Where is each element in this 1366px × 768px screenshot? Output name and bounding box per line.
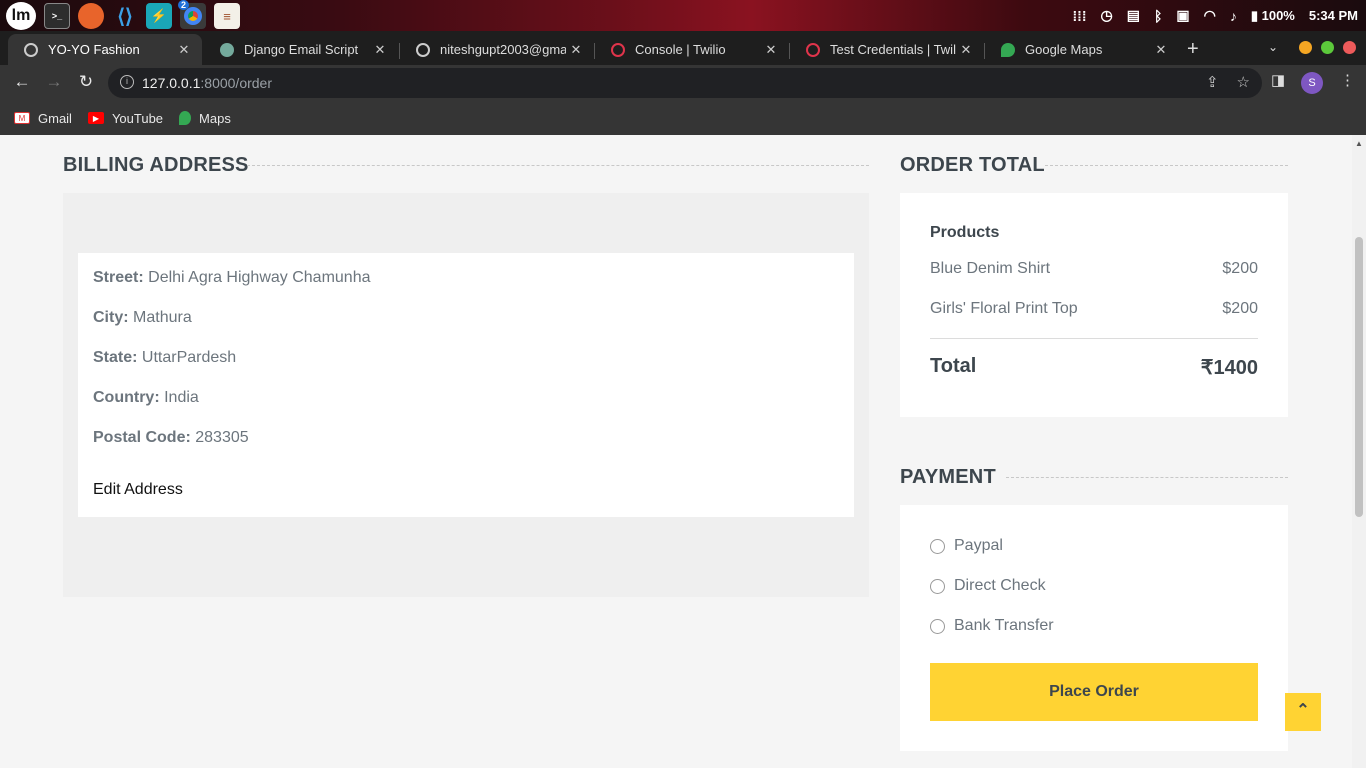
chrome-icon[interactable]: 2	[178, 0, 206, 29]
bookmark-star-icon[interactable]: ☆	[1237, 73, 1250, 91]
state-row: State: UttarPardesh	[93, 349, 237, 366]
payment-heading: PAYMENT	[900, 466, 996, 488]
chrome-badge: 2	[178, 0, 190, 10]
tab-search-chevron-icon[interactable]: ⌄	[1268, 40, 1278, 54]
street-row: Street: Delhi Agra Highway Chamunha	[93, 269, 371, 286]
products-heading: Products	[930, 224, 1000, 241]
close-icon[interactable]: ✕	[566, 42, 586, 58]
browser-toolbar: ← → ↻ i 127.0.0.1:8000/order ⇪ ☆ ◨ S ⋮	[0, 65, 1366, 101]
tab-console-twilio[interactable]: Console | Twilio ✕	[595, 34, 789, 65]
tab-gmail-address[interactable]: niteshgupt2003@gmai ✕	[400, 34, 594, 65]
close-icon[interactable]: ✕	[956, 42, 976, 58]
close-window-button[interactable]	[1343, 41, 1356, 54]
app-icon[interactable]: ⚡	[146, 3, 172, 29]
maps-icon	[1001, 42, 1015, 57]
reload-icon[interactable]: ↻	[75, 72, 97, 92]
bookmarks-bar: M Gmail ▶ YouTube Maps	[0, 101, 1366, 135]
share-icon[interactable]: ⇪	[1206, 73, 1219, 91]
maximize-button[interactable]	[1321, 41, 1334, 54]
radio-button[interactable]	[930, 538, 945, 554]
site-info-icon[interactable]: i	[120, 75, 134, 89]
edit-address-link[interactable]: Edit Address	[93, 481, 183, 499]
profile-avatar[interactable]: S	[1301, 72, 1323, 94]
radio-button[interactable]	[930, 578, 945, 594]
address-bar[interactable]: i 127.0.0.1:8000/order ⇪ ☆	[108, 68, 1262, 98]
tab-google-maps[interactable]: Google Maps ✕	[985, 34, 1179, 65]
heading-divider	[247, 165, 869, 166]
twilio-icon	[611, 42, 625, 57]
media-icon[interactable]: ▤	[1127, 7, 1140, 24]
order-page: BILLING ADDRESS Street: Delhi Agra Highw…	[0, 135, 1352, 768]
battery-indicator[interactable]: ▮ 100%	[1251, 8, 1295, 24]
clock-time[interactable]: 5:34 PM	[1309, 8, 1358, 23]
close-icon[interactable]: ✕	[370, 42, 390, 58]
country-row: Country: India	[93, 389, 199, 406]
product-row: Girls' Floral Print Top $200	[930, 300, 1258, 317]
wifi-icon[interactable]: ◠	[1204, 7, 1216, 24]
terminal-icon[interactable]: >_	[44, 3, 70, 29]
music-icon[interactable]: ♪	[1230, 8, 1237, 24]
maps-icon	[179, 111, 192, 125]
globe-icon	[24, 42, 38, 57]
tab-yoyo-fashion[interactable]: YO-YO Fashion ✕	[8, 34, 202, 65]
bookmark-maps[interactable]: Maps	[179, 111, 231, 126]
heading-divider	[1045, 165, 1288, 166]
total-divider	[930, 338, 1258, 339]
page-scrollbar[interactable]: ▲	[1352, 135, 1366, 768]
order-total-card: Products Blue Denim Shirt $200 Girls' Fl…	[900, 193, 1288, 417]
order-total-heading: ORDER TOTAL	[900, 154, 1045, 176]
bookmark-youtube[interactable]: ▶ YouTube	[87, 111, 163, 126]
os-top-panel: lm >_ ⟨⟩ ⚡ 2 ≡ ⁞⁞⁞ ◷ ▤ ᛒ ▣ ◠ ♪ ▮ 100% 5:…	[0, 0, 1366, 31]
close-icon[interactable]: ✕	[1151, 42, 1171, 58]
forward-arrow-icon[interactable]: →	[43, 72, 65, 92]
youtube-icon: ▶	[87, 112, 104, 124]
heading-divider	[1006, 477, 1288, 478]
payment-card: Paypal Direct Check Bank Transfer Place …	[900, 505, 1288, 751]
scrollbar-thumb[interactable]	[1355, 237, 1363, 517]
chatgpt-icon	[220, 42, 234, 57]
close-icon[interactable]: ✕	[761, 42, 781, 58]
gmail-icon: M	[14, 112, 30, 124]
text-editor-icon[interactable]: ≡	[214, 3, 240, 29]
clock-icon[interactable]: ◷	[1101, 7, 1113, 24]
url-text[interactable]: 127.0.0.1:8000/order	[142, 75, 272, 91]
tab-django-email-script[interactable]: Django Email Script ✕	[204, 34, 398, 65]
globe-icon	[416, 42, 430, 57]
back-arrow-icon[interactable]: ←	[11, 72, 33, 92]
firefox-icon[interactable]	[78, 3, 104, 29]
browser-tab-bar: YO-YO Fashion ✕ Django Email Script ✕ ni…	[0, 31, 1366, 65]
billing-address-heading: BILLING ADDRESS	[63, 154, 249, 176]
payment-option-direct-check[interactable]: Direct Check	[930, 577, 1046, 595]
postal-code-row: Postal Code: 283305	[93, 429, 249, 446]
place-order-button[interactable]: Place Order	[930, 663, 1258, 721]
double-chevron-up-icon: ⌃	[1296, 702, 1310, 719]
side-panel-icon[interactable]: ◨	[1271, 71, 1285, 89]
payment-option-paypal[interactable]: Paypal	[930, 537, 1003, 555]
bluetooth-icon[interactable]: ᛒ	[1154, 8, 1162, 24]
scroll-up-arrow-icon[interactable]: ▲	[1355, 139, 1363, 148]
battery-icon: ▮	[1250, 7, 1258, 23]
back-to-top-button[interactable]: ⌃	[1285, 693, 1321, 731]
new-tab-button[interactable]: +	[1187, 38, 1199, 61]
clipboard-icon[interactable]: ▣	[1176, 7, 1189, 24]
minimize-button[interactable]	[1299, 41, 1312, 54]
mint-menu-icon[interactable]: lm	[6, 2, 36, 30]
twilio-icon	[806, 42, 820, 57]
tab-test-credentials[interactable]: Test Credentials | Twili ✕	[790, 34, 984, 65]
city-row: City: Mathura	[93, 309, 192, 326]
payment-option-bank-transfer[interactable]: Bank Transfer	[930, 617, 1054, 635]
bookmark-gmail[interactable]: M Gmail	[14, 111, 72, 126]
total-row: Total ₹1400	[930, 355, 1258, 379]
product-row: Blue Denim Shirt $200	[930, 260, 1258, 277]
vscode-icon[interactable]: ⟨⟩	[112, 3, 138, 29]
address-box: Street: Delhi Agra Highway Chamunha City…	[78, 253, 854, 517]
close-icon[interactable]: ✕	[174, 42, 194, 58]
grid-icon[interactable]: ⁞⁞⁞	[1073, 8, 1087, 24]
radio-button[interactable]	[930, 618, 945, 634]
kebab-menu-icon[interactable]: ⋮	[1340, 71, 1355, 89]
